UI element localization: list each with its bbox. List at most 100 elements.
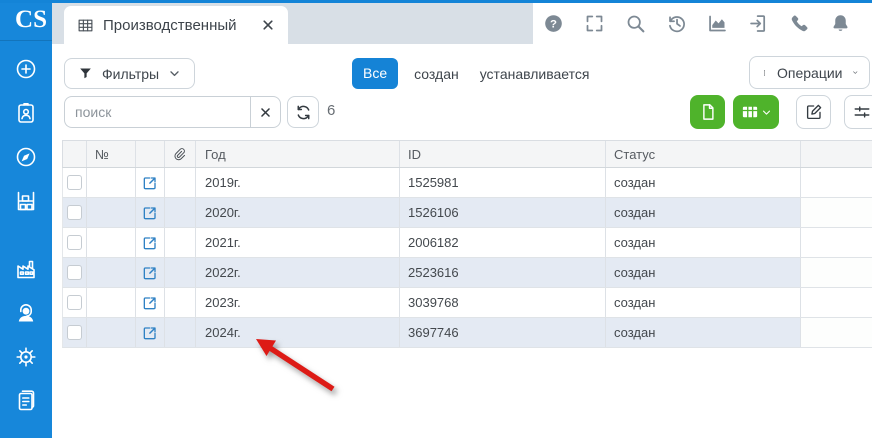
open-record-icon[interactable]: [142, 235, 158, 251]
table-grid-icon: [77, 17, 94, 34]
chevron-down-icon: [761, 107, 772, 118]
attachment-cell: [165, 168, 196, 197]
status-cell: создан: [606, 228, 801, 257]
operations-button[interactable]: Операции: [749, 56, 870, 89]
tab-close-icon[interactable]: [261, 18, 275, 32]
year-cell: 2023г.: [196, 288, 400, 317]
chevron-down-icon: [168, 67, 181, 80]
edit-pencil-icon: [805, 103, 823, 121]
year-cell: 2022г.: [196, 258, 400, 287]
table-row[interactable]: 2023г. 3039768 создан: [62, 288, 872, 318]
app-logo: CS: [0, 0, 52, 41]
attachment-cell: [165, 198, 196, 227]
number-cell: [87, 198, 136, 227]
documents-icon[interactable]: [14, 389, 38, 413]
kebab-menu-icon: [761, 65, 768, 81]
status-tab-all[interactable]: Все: [352, 58, 398, 89]
support-agent-icon[interactable]: [14, 301, 38, 325]
phone-icon[interactable]: [789, 13, 810, 34]
search-input[interactable]: [64, 96, 250, 128]
table-row[interactable]: 2019г. 1525981 создан: [62, 168, 872, 198]
table-row[interactable]: 2020г. 1526106 создан: [62, 198, 872, 228]
header-number: №: [87, 141, 136, 167]
row-checkbox[interactable]: [67, 295, 82, 310]
number-cell: [87, 228, 136, 257]
id-cell: 2006182: [400, 228, 606, 257]
table-row[interactable]: 2021г. 2006182 создан: [62, 228, 872, 258]
status-cell: создан: [606, 258, 801, 287]
id-badge-icon[interactable]: [14, 101, 38, 125]
row-checkbox[interactable]: [67, 325, 82, 340]
number-cell: [87, 318, 136, 347]
factory-icon[interactable]: [14, 257, 38, 281]
year-cell: 2021г.: [196, 228, 400, 257]
header-status[interactable]: Статус: [606, 141, 801, 167]
year-cell: 2024г.: [196, 318, 400, 347]
close-icon: [259, 106, 272, 119]
filters-label: Фильтры: [102, 66, 159, 82]
status-tab-installing[interactable]: устанавливается: [475, 66, 595, 82]
file-export-icon[interactable]: [748, 13, 769, 34]
top-toolbar: ?: [533, 3, 872, 44]
export-file-button[interactable]: [690, 95, 725, 129]
empty-cell: [801, 318, 872, 347]
funnel-icon: [78, 66, 93, 81]
attachment-cell: [165, 288, 196, 317]
notifications-bell-icon[interactable]: [830, 13, 851, 34]
header-id[interactable]: ID: [400, 141, 606, 167]
open-record-icon[interactable]: [142, 205, 158, 221]
open-record-icon[interactable]: [142, 175, 158, 191]
row-checkbox[interactable]: [67, 235, 82, 250]
status-tab-created[interactable]: создан: [409, 66, 464, 82]
empty-cell: [801, 228, 872, 257]
id-cell: 1525981: [400, 168, 606, 197]
clear-search-button[interactable]: [250, 96, 281, 128]
attachment-cell: [165, 258, 196, 287]
header-checkbox-cell: [63, 141, 87, 167]
header-empty: [801, 141, 872, 167]
attachment-cell: [165, 318, 196, 347]
open-record-icon[interactable]: [142, 265, 158, 281]
attachment-cell: [165, 228, 196, 257]
id-cell: 3039768: [400, 288, 606, 317]
warehouse-shelf-icon[interactable]: [14, 189, 38, 213]
status-cell: создан: [606, 288, 801, 317]
paperclip-icon: [172, 147, 186, 161]
filters-button[interactable]: Фильтры: [64, 58, 195, 89]
open-record-icon[interactable]: [142, 325, 158, 341]
compass-icon[interactable]: [14, 145, 38, 169]
header-year[interactable]: Год: [196, 141, 400, 167]
tab-production[interactable]: Производственный: [64, 6, 288, 44]
header-link-cell: [136, 141, 165, 167]
help-icon[interactable]: ?: [543, 13, 564, 34]
row-checkbox[interactable]: [67, 175, 82, 190]
year-cell: 2019г.: [196, 168, 400, 197]
number-cell: [87, 258, 136, 287]
header-attachment-cell: [165, 141, 196, 167]
status-cell: создан: [606, 168, 801, 197]
empty-cell: [801, 288, 872, 317]
refresh-button[interactable]: [287, 96, 319, 128]
add-new-icon[interactable]: [14, 57, 38, 81]
row-checkbox[interactable]: [67, 205, 82, 220]
refresh-icon: [295, 104, 312, 121]
open-record-icon[interactable]: [142, 295, 158, 311]
settings-gear-icon[interactable]: [14, 345, 38, 369]
table-icon: [741, 103, 759, 121]
table-action-buttons: [690, 95, 872, 129]
table-view-button[interactable]: [733, 95, 779, 129]
fullscreen-icon[interactable]: [584, 13, 605, 34]
history-icon[interactable]: [666, 13, 687, 34]
svg-text:?: ?: [550, 18, 557, 30]
search-icon[interactable]: [625, 13, 646, 34]
sidebar: CS: [0, 0, 52, 438]
table-row-2024[interactable]: 2024г. 3697746 создан: [62, 318, 872, 348]
row-checkbox[interactable]: [67, 265, 82, 280]
tab-title: Производственный: [103, 17, 237, 34]
id-cell: 3697746: [400, 318, 606, 347]
year-cell: 2020г.: [196, 198, 400, 227]
area-chart-icon[interactable]: [707, 13, 728, 34]
column-settings-button[interactable]: [844, 95, 872, 129]
table-row[interactable]: 2022г. 2523616 создан: [62, 258, 872, 288]
edit-button[interactable]: [796, 95, 831, 129]
